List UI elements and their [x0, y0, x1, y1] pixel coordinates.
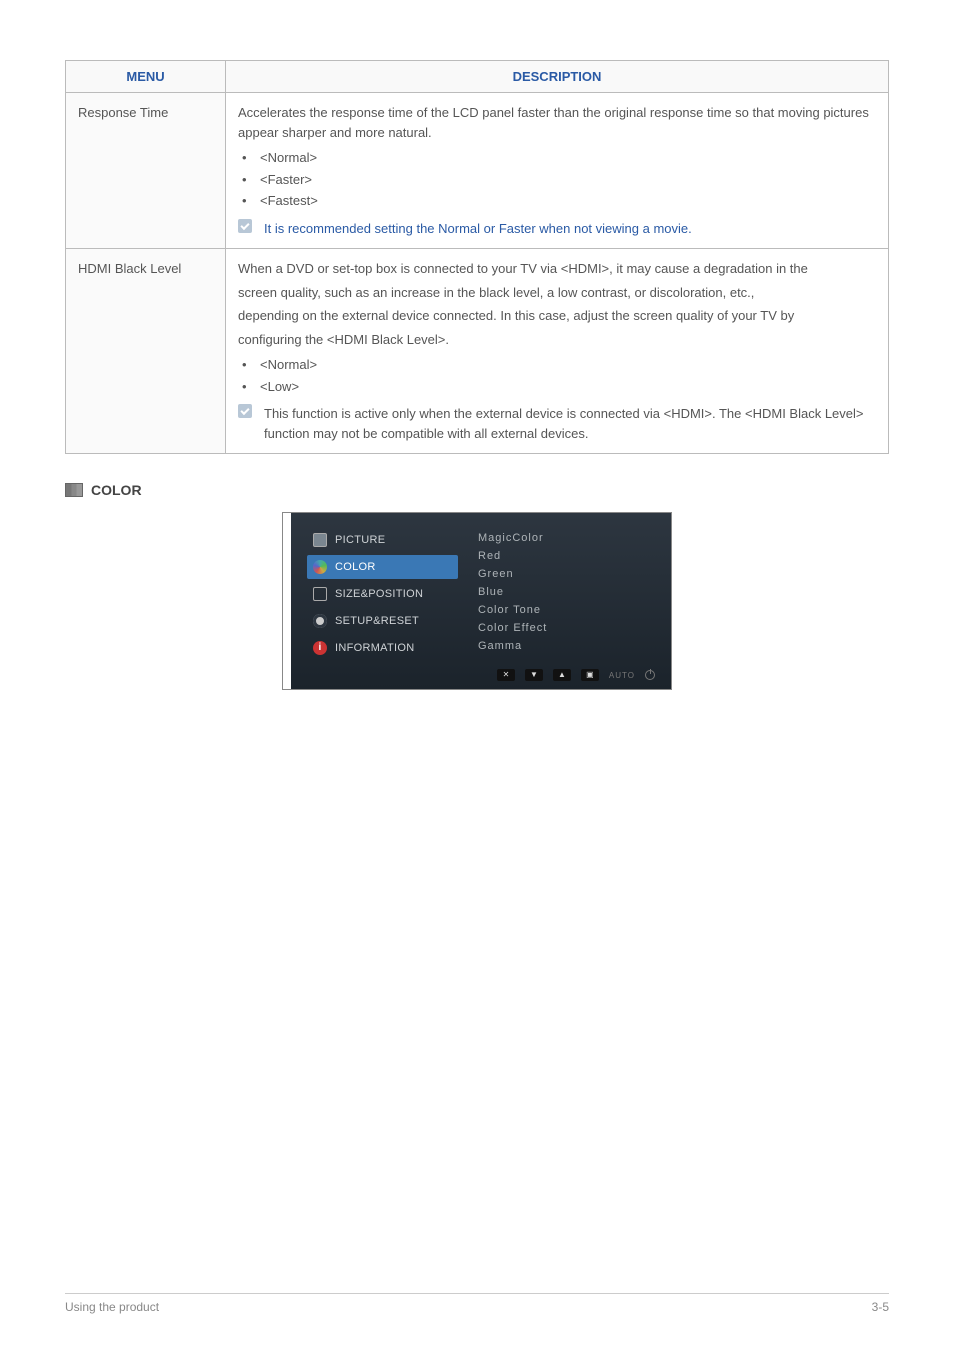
- osd-nav-label: SIZE&POSITION: [335, 588, 423, 600]
- info-icon: i: [313, 641, 327, 655]
- osd-down-icon: ▼: [525, 669, 543, 681]
- osd-nav-label: PICTURE: [335, 534, 385, 546]
- color-swatch-icon: [65, 483, 83, 497]
- description-text: screen quality, such as an increase in t…: [238, 283, 876, 303]
- option-item: <Normal>: [242, 148, 876, 168]
- osd-submenu-item: Gamma: [478, 637, 655, 655]
- section-title: COLOR: [91, 482, 142, 498]
- osd-close-icon: ✕: [497, 669, 515, 681]
- osd-submenu: MagicColor Red Green Blue Color Tone Col…: [478, 529, 655, 655]
- footer-right: 3-5: [872, 1300, 889, 1314]
- osd-menu-screenshot: PICTURE COLOR SIZE&POSITION SETUP&RESET …: [282, 512, 672, 690]
- menu-cell: Response Time: [66, 93, 226, 249]
- osd-submenu-item: Green: [478, 565, 655, 583]
- note-icon: [238, 219, 252, 233]
- note-text: It is recommended setting the Normal or …: [264, 219, 876, 239]
- col-header-description: DESCRIPTION: [226, 61, 889, 93]
- osd-footer: ✕ ▼ ▲ ▣ AUTO: [293, 663, 661, 683]
- settings-table: MENU DESCRIPTION Response Time Accelerat…: [65, 60, 889, 454]
- options-list: <Normal> <Low>: [238, 355, 876, 396]
- menu-cell: HDMI Black Level: [66, 249, 226, 454]
- option-item: <Normal>: [242, 355, 876, 375]
- osd-nav-label: COLOR: [335, 561, 376, 573]
- osd-nav-label: SETUP&RESET: [335, 615, 419, 627]
- note-text: This function is active only when the ex…: [264, 404, 876, 443]
- osd-submenu-item: Blue: [478, 583, 655, 601]
- gear-icon: [313, 614, 327, 628]
- osd-nav-item-setup-reset: SETUP&RESET: [307, 609, 458, 633]
- osd-nav-label: INFORMATION: [335, 642, 414, 654]
- osd-enter-icon: ▣: [581, 669, 599, 681]
- osd-submenu-item: Color Effect: [478, 619, 655, 637]
- osd-nav-item-size-position: SIZE&POSITION: [307, 582, 458, 606]
- option-item: <Low>: [242, 377, 876, 397]
- note-icon: [238, 404, 252, 418]
- col-header-menu: MENU: [66, 61, 226, 93]
- description-text: When a DVD or set-top box is connected t…: [238, 259, 876, 279]
- description-text: depending on the external device connect…: [238, 306, 876, 326]
- osd-auto-label: AUTO: [609, 671, 635, 680]
- option-item: <Faster>: [242, 170, 876, 190]
- osd-submenu-item: Color Tone: [478, 601, 655, 619]
- osd-nav: PICTURE COLOR SIZE&POSITION SETUP&RESET …: [307, 528, 458, 660]
- description-cell: When a DVD or set-top box is connected t…: [226, 249, 889, 454]
- footer-left: Using the product: [65, 1300, 159, 1314]
- osd-nav-item-color: COLOR: [307, 555, 458, 579]
- table-row: Response Time Accelerates the response t…: [66, 93, 889, 249]
- description-text: Accelerates the response time of the LCD…: [238, 103, 876, 142]
- color-wheel-icon: [313, 560, 327, 574]
- page-footer: Using the product 3-5: [65, 1293, 889, 1314]
- picture-icon: [313, 533, 327, 547]
- description-text: configuring the <HDMI Black Level>.: [238, 330, 876, 350]
- osd-power-icon: [645, 670, 655, 680]
- options-list: <Normal> <Faster> <Fastest>: [238, 148, 876, 211]
- size-position-icon: [313, 587, 327, 601]
- option-item: <Fastest>: [242, 191, 876, 211]
- osd-nav-item-picture: PICTURE: [307, 528, 458, 552]
- section-heading: COLOR: [65, 482, 889, 498]
- osd-up-icon: ▲: [553, 669, 571, 681]
- osd-submenu-item: MagicColor: [478, 529, 655, 547]
- description-cell: Accelerates the response time of the LCD…: [226, 93, 889, 249]
- table-row: HDMI Black Level When a DVD or set-top b…: [66, 249, 889, 454]
- osd-submenu-item: Red: [478, 547, 655, 565]
- osd-nav-item-information: i INFORMATION: [307, 636, 458, 660]
